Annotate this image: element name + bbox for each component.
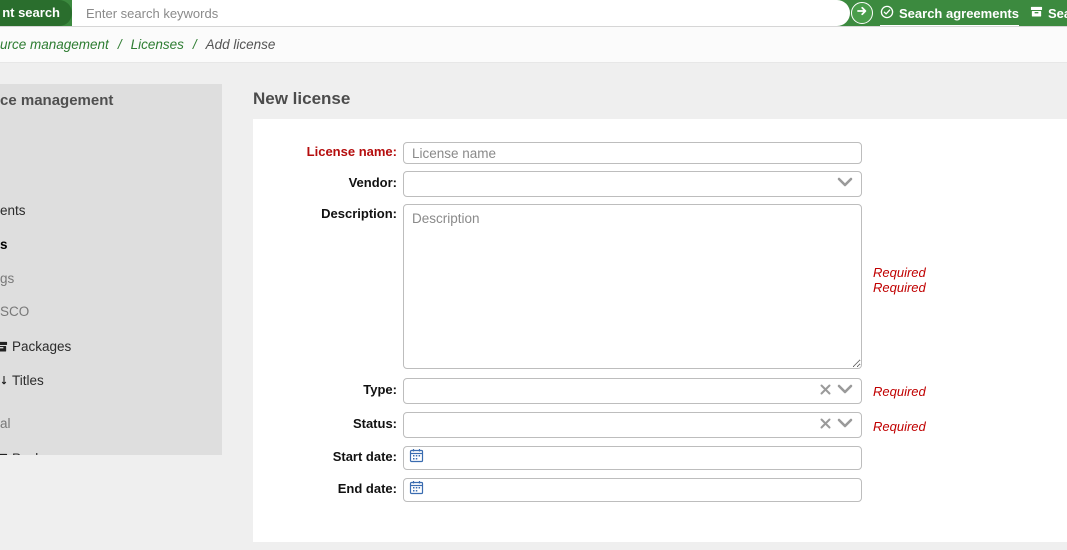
- sidebar-title: ce management: [0, 92, 113, 109]
- vendor-select[interactable]: [403, 171, 862, 197]
- description-textarea[interactable]: [403, 204, 862, 369]
- breadcrumb-link-licenses[interactable]: Licenses: [131, 37, 184, 52]
- start-date-input[interactable]: [403, 446, 862, 470]
- sidebar-item-licenses[interactable]: s: [0, 237, 8, 252]
- search-agreements-label: Search agreements: [899, 6, 1019, 21]
- new-license-form: License name: Required Vendor: Descripti…: [253, 119, 1067, 542]
- start-date-label: Start date:: [253, 449, 397, 464]
- app-window: nt search Search agreements Sea urce man…: [0, 0, 1067, 550]
- vendor-label: Vendor:: [253, 175, 397, 190]
- sidebar-item-ebsco: SCO: [0, 304, 29, 319]
- sidebar-item-agreements[interactable]: ents: [0, 203, 26, 218]
- search-packages-link[interactable]: Sea: [1030, 4, 1067, 22]
- end-date-field: [403, 478, 862, 502]
- archive-box-icon: [1030, 5, 1043, 21]
- breadcrumb-separator: /: [118, 37, 122, 52]
- arrow-right-icon: [856, 4, 868, 22]
- chevron-down-icon: [837, 416, 853, 434]
- sidebar-item-ebsco-titles[interactable]: AZ Titles: [0, 373, 44, 390]
- top-search-bar: nt search Search agreements Sea: [0, 0, 1067, 27]
- type-label: Type:: [253, 382, 397, 397]
- start-date-field: [403, 446, 862, 470]
- search-agreements-link[interactable]: Search agreements: [880, 4, 1019, 26]
- search-packages-label: Sea: [1048, 6, 1067, 21]
- description-label: Description:: [253, 206, 397, 221]
- required-badge: Required: [873, 280, 926, 295]
- search-input[interactable]: [72, 0, 850, 26]
- search-type-tab[interactable]: nt search: [0, 0, 72, 26]
- page-title: New license: [253, 89, 350, 109]
- archive-box-icon: [0, 452, 8, 455]
- sidebar-item-eholdings: gs: [0, 271, 14, 286]
- sort-az-icon: AZ: [0, 373, 8, 390]
- sidebar-item-ebsco-packages[interactable]: Packages: [0, 339, 71, 356]
- calendar-icon[interactable]: [409, 448, 424, 468]
- required-badge: Required: [873, 419, 926, 434]
- sidebar-item-local: al: [0, 416, 11, 431]
- end-date-input[interactable]: [403, 478, 862, 502]
- type-select[interactable]: [403, 378, 862, 404]
- clear-icon[interactable]: [820, 382, 831, 400]
- search-submit-button[interactable]: [851, 2, 873, 24]
- check-circle-icon: [880, 5, 894, 22]
- sidebar-item-local-packages[interactable]: Packages: [0, 451, 71, 455]
- breadcrumb: urce management / Licenses / Add license: [0, 27, 1067, 63]
- sidebar-navigation: ce management ents s gs SCO Packages AZ …: [0, 84, 222, 455]
- breadcrumb-link-module[interactable]: urce management: [0, 37, 109, 52]
- calendar-icon[interactable]: [409, 480, 424, 500]
- license-name-input[interactable]: [403, 142, 862, 164]
- required-badge: Required: [873, 265, 926, 280]
- breadcrumb-current: Add license: [206, 37, 276, 52]
- license-name-label: License name:: [253, 144, 397, 159]
- clear-icon[interactable]: [820, 416, 831, 434]
- archive-box-icon: [0, 340, 8, 356]
- end-date-label: End date:: [253, 481, 397, 496]
- breadcrumb-separator: /: [193, 37, 197, 52]
- chevron-down-icon: [837, 175, 853, 193]
- chevron-down-icon: [837, 382, 853, 400]
- status-label: Status:: [253, 416, 397, 431]
- status-select[interactable]: [403, 412, 862, 438]
- required-badge: Required: [873, 384, 926, 399]
